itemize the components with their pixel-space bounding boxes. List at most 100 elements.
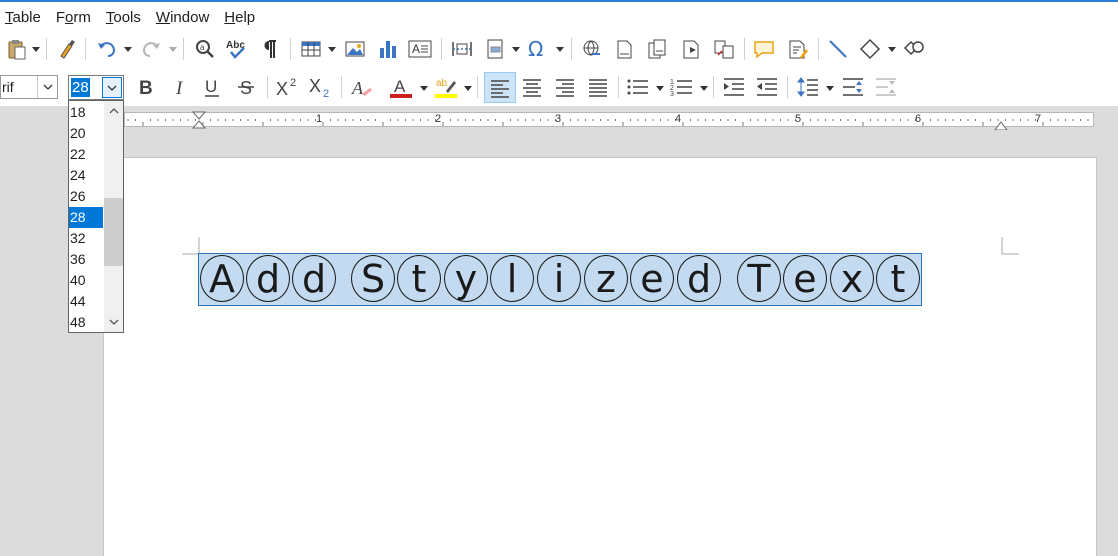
font-name-dropdown-button[interactable] — [37, 76, 57, 98]
insert-chart-icon[interactable] — [375, 36, 401, 62]
svg-text:a: a — [200, 43, 205, 52]
formatting-marks-icon[interactable] — [257, 36, 283, 62]
font-size-option[interactable]: 18 — [69, 102, 103, 123]
chevron-down-icon — [107, 85, 117, 91]
text-boundary-corner — [1001, 237, 1019, 255]
insert-page-break-icon[interactable] — [449, 36, 475, 62]
undo-icon[interactable] — [94, 36, 120, 62]
increase-indent-icon[interactable] — [721, 74, 747, 100]
special-character-dropdown-arrow[interactable] — [556, 45, 564, 53]
font-size-option[interactable]: 48 — [69, 312, 103, 333]
justify-icon[interactable] — [585, 74, 611, 100]
insert-cross-reference-icon[interactable] — [711, 36, 737, 62]
paragraph-spacing-increase-icon[interactable] — [840, 74, 866, 100]
font-size-option[interactable]: 44 — [69, 291, 103, 312]
font-color-dropdown-arrow[interactable] — [420, 84, 428, 92]
paste-dropdown-arrow[interactable] — [32, 45, 40, 53]
highlight-color-icon[interactable]: ab — [433, 74, 459, 100]
font-size-option[interactable]: 24 — [69, 165, 103, 186]
dropdown-scrollbar[interactable] — [104, 101, 123, 332]
undo-dropdown-arrow[interactable] — [124, 45, 132, 53]
font-size-box[interactable]: 28 — [68, 75, 124, 100]
align-center-icon[interactable] — [519, 74, 545, 100]
bullet-list-icon[interactable] — [625, 74, 651, 100]
field-dropdown-arrow[interactable] — [512, 45, 520, 53]
insert-line-icon[interactable] — [825, 36, 851, 62]
insert-comment-icon[interactable] — [751, 36, 777, 62]
decrease-indent-icon[interactable] — [754, 74, 780, 100]
enclosed-letter: d — [292, 255, 336, 302]
redo-dropdown-arrow[interactable] — [169, 45, 177, 53]
paste-icon[interactable] — [4, 36, 30, 62]
insert-footnote-icon[interactable] — [611, 36, 637, 62]
font-color-icon[interactable]: A — [388, 74, 414, 100]
draw-functions-icon[interactable] — [901, 36, 927, 62]
find-replace-icon[interactable]: a — [192, 36, 218, 62]
superscript-icon[interactable]: X2 — [275, 74, 301, 100]
paragraph-spacing-decrease-icon[interactable] — [873, 74, 899, 100]
spelling-icon[interactable]: Abc — [224, 36, 250, 62]
clone-formatting-icon[interactable] — [53, 36, 79, 62]
italic-icon[interactable]: I — [168, 74, 194, 100]
enclosed-letter: l — [490, 255, 534, 302]
numbered-list-icon[interactable]: 123 — [669, 74, 695, 100]
track-changes-icon[interactable] — [785, 36, 811, 62]
numbered-list-dropdown-arrow[interactable] — [700, 84, 708, 92]
svg-text:S: S — [240, 78, 252, 98]
ruler-label: 6 — [915, 113, 922, 125]
menu-table[interactable]: Table — [0, 9, 51, 26]
special-character-icon[interactable]: Ω — [525, 36, 551, 62]
insert-textbox-icon[interactable]: A — [407, 36, 433, 62]
menu-form[interactable]: Form — [51, 9, 101, 26]
font-size-option[interactable]: 32 — [69, 228, 103, 249]
scroll-down-icon[interactable] — [104, 312, 123, 332]
redo-icon[interactable] — [138, 36, 164, 62]
underline-icon[interactable]: U — [200, 74, 226, 100]
bullet-list-dropdown-arrow[interactable] — [656, 84, 664, 92]
menu-window[interactable]: Window — [151, 9, 219, 26]
separator — [441, 38, 442, 60]
clear-formatting-icon[interactable]: A — [349, 74, 375, 100]
enclosed-letter: T — [737, 255, 781, 302]
font-size-dropdown-button[interactable] — [102, 77, 122, 98]
highlight-color-dropdown-arrow[interactable] — [464, 84, 472, 92]
ruler-label: 3 — [555, 113, 562, 125]
insert-field-icon[interactable] — [483, 36, 509, 62]
font-size-option[interactable]: 20 — [69, 123, 103, 144]
basic-shapes-icon[interactable] — [857, 36, 883, 62]
enclosed-letter: d — [246, 255, 290, 302]
font-size-option[interactable]: 26 — [69, 186, 103, 207]
enclosed-letter: z — [584, 255, 628, 302]
insert-bookmark-icon[interactable] — [678, 36, 704, 62]
font-size-option[interactable]: 22 — [69, 144, 103, 165]
font-size-option[interactable]: 40 — [69, 270, 103, 291]
svg-text:2: 2 — [323, 88, 329, 99]
insert-endnote-icon[interactable] — [644, 36, 670, 62]
svg-text:U: U — [205, 77, 217, 96]
document-page[interactable] — [103, 157, 1097, 556]
font-size-option-selected[interactable]: 28 — [69, 207, 103, 228]
align-right-icon[interactable] — [552, 74, 578, 100]
strikethrough-icon[interactable]: S — [234, 74, 260, 100]
shapes-dropdown-arrow[interactable] — [888, 45, 896, 53]
bold-icon[interactable]: B — [134, 74, 160, 100]
insert-hyperlink-icon[interactable] — [578, 36, 604, 62]
scroll-up-icon[interactable] — [104, 101, 123, 121]
separator — [341, 76, 342, 98]
font-size-value[interactable]: 28 — [71, 78, 90, 97]
separator — [267, 76, 268, 98]
insert-image-icon[interactable] — [342, 36, 368, 62]
menu-help[interactable]: Help — [219, 9, 265, 26]
font-size-option[interactable]: 36 — [69, 249, 103, 270]
table-dropdown-arrow[interactable] — [328, 45, 336, 53]
line-spacing-icon[interactable] — [795, 74, 821, 100]
horizontal-ruler[interactable]: 1 2 3 4 5 6 7 — [124, 112, 1094, 127]
svg-text:A: A — [351, 78, 364, 98]
align-left-icon[interactable] — [484, 72, 516, 103]
subscript-icon[interactable]: X2 — [308, 74, 334, 100]
line-spacing-dropdown-arrow[interactable] — [826, 84, 834, 92]
scrollbar-thumb[interactable] — [104, 198, 123, 266]
menu-tools[interactable]: Tools — [101, 9, 151, 26]
insert-table-icon[interactable] — [298, 36, 324, 62]
svg-text:X: X — [276, 79, 288, 98]
